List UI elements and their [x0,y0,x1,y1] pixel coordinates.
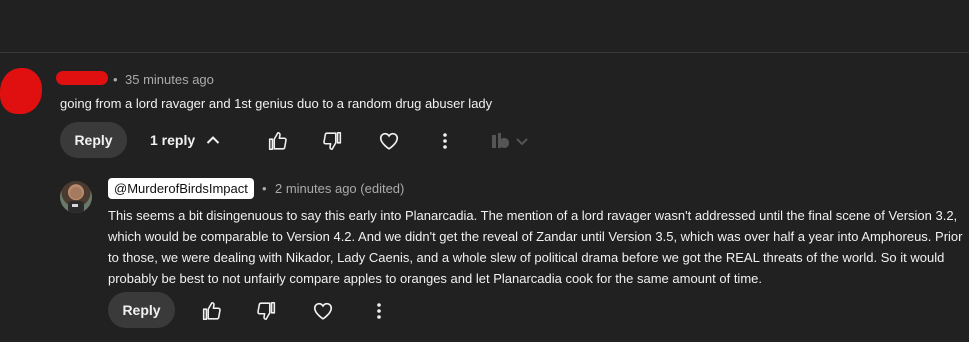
like-icon[interactable] [198,298,224,324]
chevron-up-icon [205,132,221,148]
comment-timestamp[interactable]: 35 minutes ago [125,72,214,87]
more-icon[interactable] [432,128,458,154]
like-icon[interactable] [264,128,290,154]
dislike-icon[interactable] [320,128,346,154]
comment-text: going from a lord ravager and 1st genius… [60,96,493,111]
replies-toggle[interactable]: 1 reply [150,122,221,158]
top-divider [0,52,969,53]
author-name-redacted[interactable] [56,71,108,85]
avatar-redacted[interactable] [0,68,42,114]
dislike-icon[interactable] [254,298,280,324]
separator-dot: • [113,72,118,87]
reply-button[interactable]: Reply [60,122,127,158]
reply-text-line-4: probably be best to not unfairly compare… [108,271,762,286]
reply-text-line-2: which would be comparable to Version 4.2… [108,229,963,244]
tubebuddy-icon[interactable] [490,131,514,151]
more-icon[interactable] [366,298,392,324]
chevron-down-icon[interactable] [514,133,530,149]
heart-icon[interactable] [310,298,336,324]
reply-text-line-3: to those, we were dealing with Nikador, … [108,250,945,265]
replies-count-label: 1 reply [150,132,196,148]
separator-dot: • [262,181,267,196]
heart-icon[interactable] [376,128,402,154]
reply-button[interactable]: Reply [108,292,175,328]
reply-avatar[interactable] [60,181,92,213]
author-handle-chip[interactable]: @MurderofBirdsImpact [108,178,254,199]
reply-text-line-1: This seems a bit disingenuous to say thi… [108,208,958,223]
reply-timestamp[interactable]: 2 minutes ago (edited) [275,181,404,196]
